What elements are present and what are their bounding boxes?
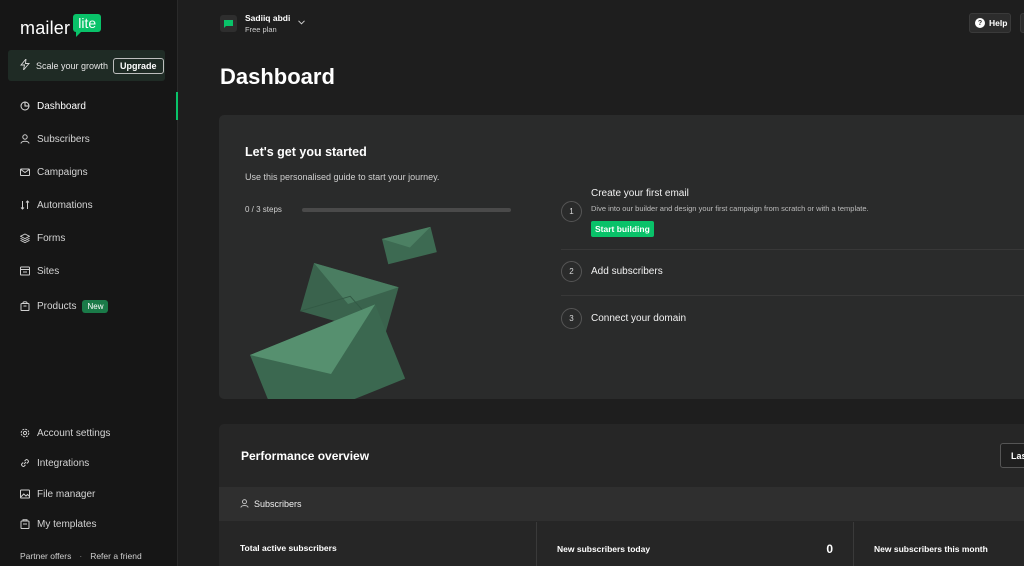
page-title: Dashboard [220, 64, 335, 89]
step-title[interactable]: Create your first email [591, 188, 689, 199]
image-icon [20, 489, 30, 499]
step-divider [561, 249, 1024, 250]
question-icon: ? [975, 18, 985, 28]
step-number: 1 [561, 201, 582, 222]
step-description: Dive into our builder and design your fi… [591, 204, 869, 213]
step-title: Add subscribers [591, 266, 663, 277]
upgrade-text: Scale your growth [36, 60, 109, 71]
getting-started-title: Let's get you started [245, 145, 367, 159]
sidebar-footer: Partner offers · Refer a friend [20, 551, 142, 561]
layers-icon [20, 233, 30, 243]
account-avatar [220, 15, 237, 32]
account-plan: Free plan [245, 25, 277, 34]
stat-divider [853, 522, 854, 566]
user-icon [20, 134, 30, 144]
sidebar-item-label: Automations [37, 199, 93, 211]
sidebar-item-sites[interactable]: Sites [0, 257, 178, 285]
sidebar-item-campaigns[interactable]: Campaigns [0, 158, 178, 186]
sidebar-item-products[interactable]: Products New [0, 292, 178, 320]
template-icon [20, 519, 30, 529]
sidebar-item-label: Products [37, 300, 77, 312]
sidebar-item-integrations[interactable]: Integrations [0, 449, 178, 477]
sidebar-item-subscribers[interactable]: Subscribers [0, 125, 178, 153]
sidebar-item-account-settings[interactable]: Account settings [0, 419, 178, 447]
sidebar-item-my-templates[interactable]: My templates [0, 510, 178, 538]
sidebar-item-label: File manager [37, 488, 96, 500]
sidebar-item-file-manager[interactable]: File manager [0, 480, 178, 508]
step-divider [561, 295, 1024, 296]
sidebar-item-dashboard[interactable]: Dashboard [0, 92, 178, 120]
envelopes-illustration [250, 226, 437, 399]
steps-progress-bar [302, 208, 511, 212]
mailerlite-logo[interactable]: mailer lite [20, 14, 102, 38]
mail-icon [20, 167, 30, 177]
sidebar-item-label: Subscribers [37, 133, 90, 145]
sidebar-item-label: Dashboard [37, 100, 86, 112]
account-name: Sadiiq abdi [245, 13, 291, 23]
automation-icon [20, 200, 30, 210]
sidebar-item-label: Integrations [37, 457, 90, 469]
getting-started-subtitle: Use this personalised guide to start you… [245, 172, 440, 182]
tab-subscribers[interactable]: Subscribers [254, 499, 302, 509]
stat-label: New subscribers today [557, 544, 651, 554]
chevron-down-icon [298, 18, 306, 27]
partner-offers-link[interactable]: Partner offers [20, 551, 71, 561]
step-title: Connect your domain [591, 313, 687, 324]
sidebar-item-automations[interactable]: Automations [0, 191, 178, 219]
link-icon [20, 458, 30, 468]
refer-a-friend-link[interactable]: Refer a friend [90, 551, 142, 561]
gear-icon [20, 428, 30, 438]
logo-wordmark: mailer [20, 18, 71, 38]
step-number: 3 [561, 308, 582, 329]
sidebar-item-forms[interactable]: Forms [0, 224, 178, 252]
help-label: Help [989, 18, 1008, 28]
browser-icon [20, 266, 30, 276]
header-overflow-button[interactable] [1020, 13, 1024, 33]
upgrade-button[interactable]: Upgrade [113, 57, 164, 74]
sidebar-item-label: Sites [37, 265, 60, 277]
sidebar: mailer lite Scale your growth Upgrade Da… [0, 0, 178, 566]
sidebar-item-label: Campaigns [37, 166, 88, 178]
getting-started-card: Let's get you started Use this personali… [219, 115, 1024, 399]
upgrade-banner: Scale your growth Upgrade [8, 50, 165, 81]
step-number: 2 [561, 261, 582, 282]
sidebar-item-label: Forms [37, 232, 66, 244]
shopping-bag-icon [20, 301, 30, 311]
stat-label: Total active subscribers [240, 543, 337, 553]
sidebar-item-label: My templates [37, 518, 97, 530]
performance-tab-bar: Subscribers [219, 487, 1024, 521]
account-switcher[interactable]: Sadiiq abdi Free plan [220, 13, 306, 34]
new-badge: New [82, 299, 109, 313]
performance-title: Performance overview [241, 449, 370, 463]
stat-new-subscribers-today: New subscribers today 0 [557, 522, 833, 566]
date-range-button[interactable]: Las [1000, 443, 1024, 468]
dashboard-icon [20, 101, 30, 111]
steps-count: 0 / 3 steps [245, 205, 282, 214]
stat-total-active-subscribers: Total active subscribers [240, 522, 536, 566]
performance-overview-card: Performance overview Las Subscribers Tot… [219, 424, 1024, 566]
footer-separator: · [79, 551, 83, 561]
stat-label: New subscribers this month [874, 544, 988, 554]
help-button[interactable]: ? Help [969, 13, 1011, 33]
start-building-button[interactable]: Start building [591, 221, 654, 237]
stat-value: 0 [826, 542, 833, 556]
user-icon [240, 495, 249, 513]
logo-badge: lite [73, 14, 102, 37]
stat-new-subscribers-this-month: New subscribers this month [874, 522, 1024, 566]
sidebar-item-label: Account settings [37, 427, 111, 439]
stat-divider [536, 522, 537, 566]
lightning-icon [20, 57, 30, 73]
